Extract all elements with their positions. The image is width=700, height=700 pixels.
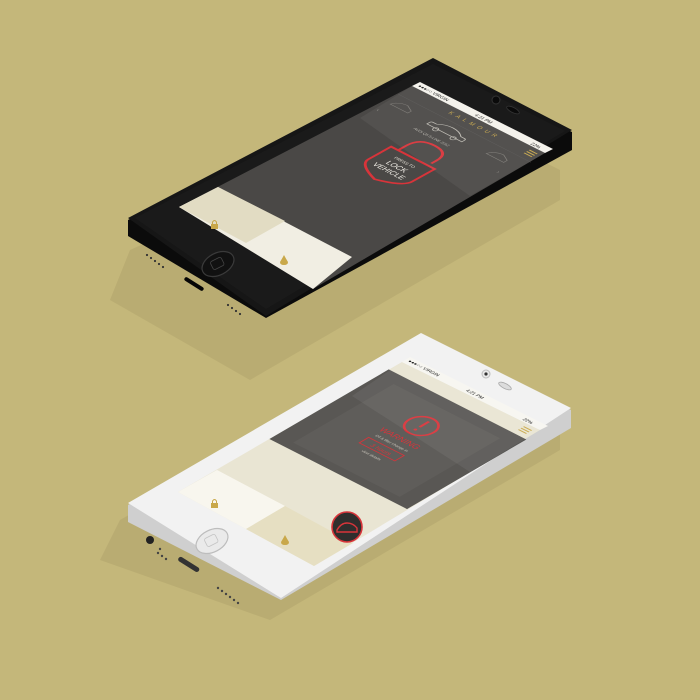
scene: ●●●○○ VIRGIN 4:21 PM 22% KALMOUR AUDI Q5… bbox=[0, 0, 700, 700]
vehicle-fab-button[interactable] bbox=[331, 511, 363, 543]
front-camera-icon bbox=[491, 95, 501, 105]
headphone-jack bbox=[146, 536, 154, 544]
